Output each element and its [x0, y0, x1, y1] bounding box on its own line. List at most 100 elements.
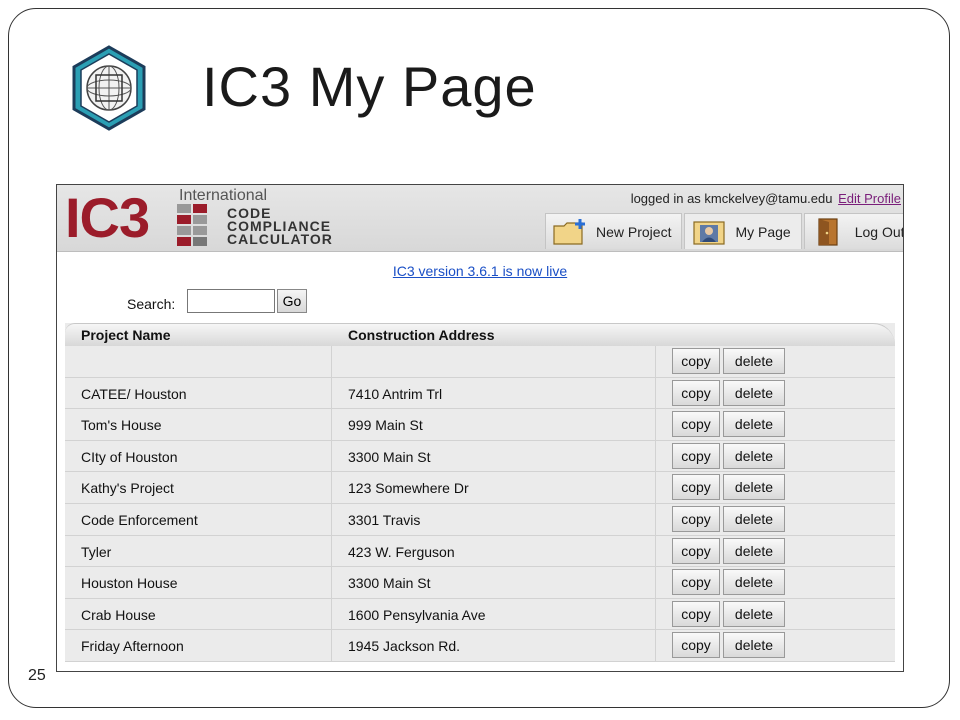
tab-label: New Project [596, 223, 672, 240]
column-divider [655, 346, 656, 377]
table-row[interactable]: Crab House 1600 Pensylvania Ave copy del… [65, 598, 895, 631]
slide-title: IC3 My Page [202, 55, 537, 118]
construction-address-cell: 999 Main St [348, 417, 423, 434]
column-divider [331, 346, 332, 377]
delete-button[interactable]: delete [723, 569, 785, 596]
table-row[interactable]: Friday Afternoon 1945 Jackson Rd. copy d… [65, 630, 895, 662]
column-divider [331, 440, 332, 472]
column-divider [331, 535, 332, 567]
delete-button[interactable]: delete [723, 442, 785, 469]
version-notice: IC3 version 3.6.1 is now live [57, 263, 903, 279]
copy-button[interactable]: copy [672, 632, 720, 659]
column-divider [331, 630, 332, 661]
copy-button[interactable]: copy [672, 537, 720, 564]
column-header-project-name: Project Name [81, 327, 171, 343]
table-row[interactable]: Kathy's Project 123 Somewhere Dr copy de… [65, 472, 895, 504]
column-divider [655, 440, 656, 472]
project-name-cell: Crab House [81, 606, 156, 623]
project-name-cell: CATEE/ Houston [81, 385, 187, 402]
slide-number: 25 [28, 667, 46, 684]
ic3-screenshot: IC3 International CODE COMPLIANCE CALCUL… [56, 184, 904, 672]
copy-button[interactable]: copy [672, 411, 720, 438]
construction-address-cell: 7410 Antrim Trl [348, 385, 443, 402]
column-divider [655, 472, 656, 503]
delete-button[interactable]: delete [723, 474, 785, 501]
brand-grid-icon [177, 204, 227, 246]
copy-button[interactable]: copy [672, 600, 720, 627]
projects-table: Project Name Construction Address copy d… [65, 323, 895, 662]
tab-new-project[interactable]: New Project [545, 213, 683, 249]
column-divider [655, 377, 656, 409]
column-divider [655, 503, 656, 535]
go-button[interactable]: Go [277, 289, 307, 313]
table-header: Project Name Construction Address [65, 323, 895, 346]
user-page-icon [693, 220, 726, 245]
new-folder-icon [553, 218, 585, 245]
table-row[interactable]: copy delete [65, 346, 895, 378]
delete-button[interactable]: delete [723, 632, 785, 659]
project-name-cell: Houston House [81, 575, 178, 592]
version-notice-link[interactable]: IC3 version 3.6.1 is now live [393, 263, 567, 279]
copy-button[interactable]: copy [672, 348, 720, 374]
column-divider [331, 598, 332, 630]
copy-button[interactable]: copy [672, 505, 720, 532]
copy-button[interactable]: copy [672, 379, 720, 406]
search-label: Search: [127, 296, 176, 312]
logged-in-text: logged in as kmckelvey@tamu.edu [630, 191, 833, 206]
column-divider [331, 567, 332, 598]
project-name-cell: Tom's House [81, 417, 162, 434]
table-row[interactable]: Code Enforcement 3301 Travis copy delete [65, 503, 895, 536]
table-row[interactable]: Tom's House 999 Main St copy delete [65, 409, 895, 441]
construction-address-cell: 123 Somewhere Dr [348, 480, 469, 497]
nav-tabs: New Project My Page Log Out [545, 213, 904, 251]
column-divider [331, 472, 332, 503]
construction-address-cell: 3300 Main St [348, 575, 431, 592]
column-divider [655, 567, 656, 598]
delete-button[interactable]: delete [723, 348, 785, 374]
project-name-cell: Code Enforcement [81, 511, 198, 528]
column-header-construction-address: Construction Address [348, 327, 495, 343]
tab-label: My Page [735, 223, 791, 240]
table-row[interactable]: CATEE/ Houston 7410 Antrim Trl copy dele… [65, 377, 895, 410]
construction-address-cell: 1600 Pensylvania Ave [348, 606, 486, 623]
table-row[interactable]: Tyler 423 W. Ferguson copy delete [65, 535, 895, 568]
door-exit-icon [818, 217, 838, 246]
search-input[interactable] [187, 289, 275, 313]
project-name-cell: Friday Afternoon [81, 638, 184, 655]
table-row[interactable]: Houston House 3300 Main St copy delete [65, 567, 895, 599]
edit-profile-link[interactable]: Edit Profile [838, 191, 901, 206]
project-name-cell: Tyler [81, 543, 112, 560]
column-divider [331, 409, 332, 440]
delete-button[interactable]: delete [723, 537, 785, 564]
tab-my-page[interactable]: My Page [684, 213, 802, 249]
delete-button[interactable]: delete [723, 600, 785, 627]
column-divider [655, 409, 656, 440]
brand-line-calculator: CALCULATOR [227, 231, 333, 247]
tab-log-out[interactable]: Log Out [803, 213, 904, 249]
column-divider [331, 377, 332, 409]
delete-button[interactable]: delete [723, 411, 785, 438]
copy-button[interactable]: copy [672, 474, 720, 501]
construction-address-cell: 1945 Jackson Rd. [348, 638, 461, 655]
table-row[interactable]: CIty of Houston 3300 Main St copy delete [65, 440, 895, 473]
brand-line-international: International [179, 187, 268, 204]
project-name-cell: Kathy's Project [81, 480, 174, 497]
column-divider [331, 503, 332, 535]
construction-address-cell: 3301 Travis [348, 511, 421, 528]
construction-address-cell: 423 W. Ferguson [348, 543, 455, 560]
delete-button[interactable]: delete [723, 379, 785, 406]
copy-button[interactable]: copy [672, 569, 720, 596]
tab-label: Log Out [854, 223, 904, 240]
brand-logo-text: IC3 [65, 186, 150, 249]
project-name-cell: CIty of Houston [81, 448, 178, 465]
login-status: logged in as kmckelvey@tamu.edu Edit Pro… [631, 191, 901, 206]
app-header: IC3 International CODE COMPLIANCE CALCUL… [57, 185, 903, 252]
ic3-globe-logo-icon [72, 45, 146, 131]
column-divider [655, 535, 656, 567]
column-divider [655, 630, 656, 661]
construction-address-cell: 3300 Main St [348, 448, 431, 465]
copy-button[interactable]: copy [672, 442, 720, 469]
delete-button[interactable]: delete [723, 505, 785, 532]
table-body: copy delete CATEE/ Houston 7410 Antrim T… [65, 346, 895, 662]
column-divider [655, 598, 656, 630]
